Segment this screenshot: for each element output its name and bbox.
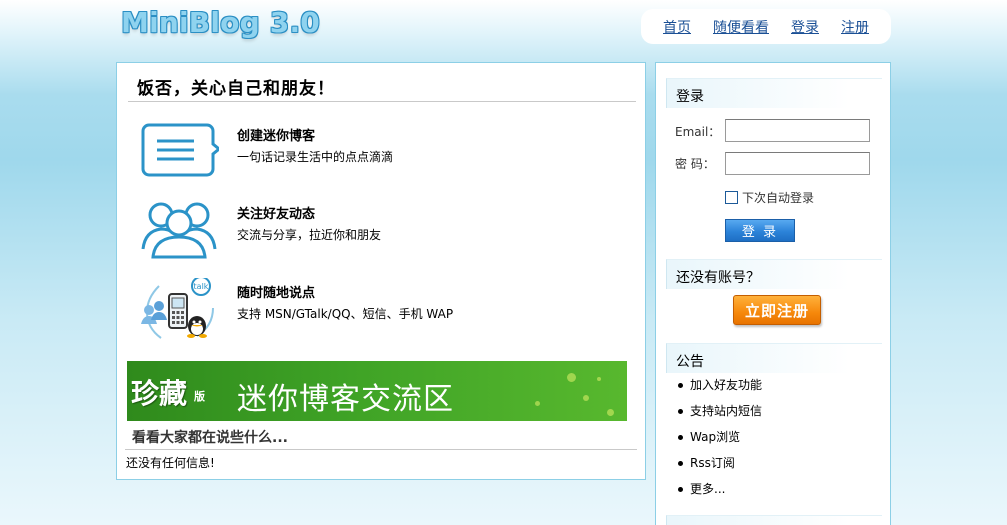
banner-main-text: 珍藏 <box>131 377 188 410</box>
remember-me-checkbox[interactable] <box>725 191 738 204</box>
banner-decoration <box>597 377 601 381</box>
svg-text:talk: talk <box>194 282 209 291</box>
community-banner[interactable]: 珍藏 版 迷你博客交流区 <box>127 361 627 421</box>
nav-home-link[interactable]: 首页 <box>663 17 691 37</box>
banner-decoration <box>567 373 576 382</box>
site-logo[interactable]: MiniBlog 3.0 <box>121 6 320 39</box>
timeline-divider <box>125 449 637 450</box>
login-button[interactable]: 登 录 <box>725 219 795 242</box>
notice-item[interactable]: 加入好友功能 <box>678 372 762 398</box>
feature-desc: 一句话记录生活中的点点滴滴 <box>237 150 394 164</box>
mobile-im-icon: talk <box>141 278 214 339</box>
feature-title: 关注好友动态 <box>237 207 316 222</box>
friends-icon <box>141 202 217 259</box>
title-divider <box>128 101 636 102</box>
banner-badge: 版 <box>194 390 205 403</box>
register-now-button[interactable]: 立即注册 <box>733 295 821 325</box>
chat-bubble-icon <box>141 123 219 177</box>
notice-more-link[interactable]: 更多... <box>678 476 762 502</box>
notice-item[interactable]: Wap浏览 <box>678 424 762 450</box>
public-timeline-title: 看看大家都在说些什么... <box>132 430 288 446</box>
login-box-header: 登录 <box>666 78 882 108</box>
register-box-header: 还没有账号？ <box>666 259 882 289</box>
register-heading: 还没有账号？ <box>676 270 760 286</box>
nav-browse-link[interactable]: 随便看看 <box>713 17 769 37</box>
nav-register-link[interactable]: 注册 <box>841 17 869 37</box>
notice-item[interactable]: 支持站内短信 <box>678 398 762 424</box>
remember-me-label[interactable]: 下次自动登录 <box>742 189 814 206</box>
feature-title: 创建迷你博客 <box>237 129 316 144</box>
banner-decoration <box>583 395 589 401</box>
feature-desc: 支持 MSN/GTalk/QQ、短信、手机 WAP <box>237 307 454 321</box>
notice-heading: 公告 <box>676 354 704 370</box>
notice-item[interactable]: Rss订阅 <box>678 450 762 476</box>
email-input[interactable] <box>725 119 870 142</box>
next-box-header <box>666 515 882 525</box>
top-nav: 首页 随便看看 登录 注册 <box>641 9 891 44</box>
nav-login-link[interactable]: 登录 <box>791 17 819 37</box>
banner-decoration <box>607 409 614 416</box>
password-label: 密 码： <box>675 157 715 171</box>
feature-create-blog: 创建迷你博客 一句话记录生活中的点点滴滴 <box>139 121 619 191</box>
feature-title: 随时随地说点 <box>237 286 316 301</box>
main-panel: 饭否，关心自己和朋友！ 创建迷你博客 一句话记录生活中的点点滴滴 关注好友动态 … <box>116 62 646 480</box>
email-label: Email： <box>675 125 721 139</box>
feature-anywhere: talk 随时随地说点 支持 MSN/GTalk/QQ、短信、手机 WAP <box>139 278 619 348</box>
sidebar: 登录 Email： 密 码： 下次自动登录 登 录 还没有账号？ 立即注册 公告… <box>655 62 891 525</box>
password-input[interactable] <box>725 152 870 175</box>
notice-box-header: 公告 <box>666 343 882 373</box>
empty-timeline-message: 还没有任何信息! <box>126 456 215 470</box>
feature-desc: 交流与分享，拉近你和朋友 <box>237 228 382 242</box>
login-heading: 登录 <box>676 89 704 105</box>
page-title: 饭否，关心自己和朋友！ <box>137 79 335 99</box>
banner-secondary-text: 迷你博客交流区 <box>237 382 454 417</box>
feature-follow-friends: 关注好友动态 交流与分享，拉近你和朋友 <box>139 199 619 269</box>
banner-decoration <box>535 401 540 406</box>
notice-list: 加入好友功能 支持站内短信 Wap浏览 Rss订阅 更多... <box>678 372 762 502</box>
